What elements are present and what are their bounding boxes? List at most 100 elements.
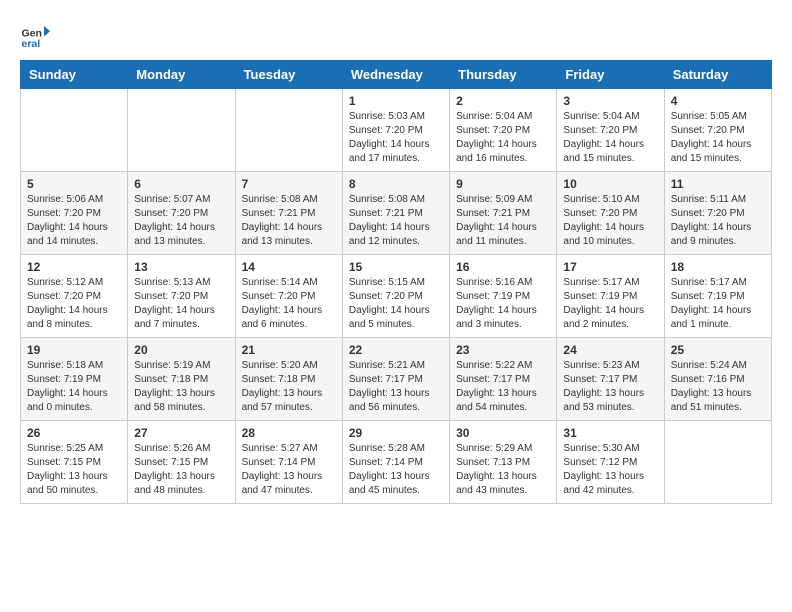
day-number: 19 xyxy=(27,343,121,357)
header-monday: Monday xyxy=(128,61,235,89)
day-number: 12 xyxy=(27,260,121,274)
calendar-cell: 9 Sunrise: 5:09 AMSunset: 7:21 PMDaylight… xyxy=(450,172,557,255)
header-thursday: Thursday xyxy=(450,61,557,89)
day-info: Sunrise: 5:16 AMSunset: 7:19 PMDaylight:… xyxy=(456,276,550,332)
day-number: 2 xyxy=(456,94,550,108)
calendar-cell: 23Sunrise: 5:22 AMSunset: 7:17 PMDayligh… xyxy=(450,338,557,421)
day-number: 13 xyxy=(134,260,228,274)
logo-icon: Gen eral xyxy=(20,20,50,50)
day-info: Sunrise: 5:26 AMSunset: 7:15 PMDaylight:… xyxy=(134,442,228,498)
day-info: Sunrise: 5:15 AMSunset: 7:20 PMDaylight:… xyxy=(349,276,443,332)
day-info: Sunrise: 5:19 AMSunset: 7:18 PMDaylight:… xyxy=(134,359,228,415)
day-info: Sunrise: 5:17 AMSunset: 7:19 PMDaylight:… xyxy=(671,276,765,332)
week-row-2: 5Sunrise: 5:06 AMSunset: 7:20 PMDaylight… xyxy=(21,172,772,255)
day-info: Sunrise: 5:08 AMSunset: 7:21 PMDaylight:… xyxy=(242,193,336,249)
day-number: 6 xyxy=(134,177,228,191)
day-info: Sunrise: 5:17 AMSunset: 7:19 PMDaylight:… xyxy=(563,276,657,332)
calendar-cell: 4Sunrise: 5:05 AMSunset: 7:20 PMDaylight… xyxy=(664,89,771,172)
calendar-cell: 10Sunrise: 5:10 AMSunset: 7:20 PMDayligh… xyxy=(557,172,664,255)
day-info: Sunrise: 5:18 AMSunset: 7:19 PMDaylight:… xyxy=(27,359,121,415)
day-number: 5 xyxy=(27,177,121,191)
calendar-cell: 20 Sunrise: 5:19 AMSunset: 7:18 PMDayligh… xyxy=(128,338,235,421)
day-info: Sunrise: 5:20 AMSunset: 7:18 PMDaylight:… xyxy=(242,359,336,415)
week-row-4: 19 Sunrise: 5:18 AMSunset: 7:19 PMDayligh… xyxy=(21,338,772,421)
day-info: Sunrise: 5:11 AMSunset: 7:20 PMDaylight:… xyxy=(671,193,765,249)
calendar-header-row: SundayMondayTuesdayWednesdayThursdayFrid… xyxy=(21,61,772,89)
day-number: 11 xyxy=(671,177,765,191)
day-number: 9 xyxy=(456,177,550,191)
calendar-cell: 11 Sunrise: 5:11 AMSunset: 7:20 PMDayligh… xyxy=(664,172,771,255)
calendar-cell: 16 Sunrise: 5:16 AMSunset: 7:19 PMDayligh… xyxy=(450,255,557,338)
day-info: Sunrise: 5:21 AMSunset: 7:17 PMDaylight:… xyxy=(349,359,443,415)
day-info: Sunrise: 5:03 AMSunset: 7:20 PMDaylight:… xyxy=(349,110,443,166)
day-number: 17 xyxy=(563,260,657,274)
week-row-5: 26 Sunrise: 5:25 AMSunset: 7:15 PMDayligh… xyxy=(21,421,772,504)
calendar-cell: 21 Sunrise: 5:20 AMSunset: 7:18 PMDayligh… xyxy=(235,338,342,421)
day-number: 15 xyxy=(349,260,443,274)
header-friday: Friday xyxy=(557,61,664,89)
day-number: 20 xyxy=(134,343,228,357)
calendar-cell: 14Sunrise: 5:14 AMSunset: 7:20 PMDayligh… xyxy=(235,255,342,338)
day-number: 3 xyxy=(563,94,657,108)
calendar-cell: 17 Sunrise: 5:17 AMSunset: 7:19 PMDayligh… xyxy=(557,255,664,338)
day-info: Sunrise: 5:25 AMSunset: 7:15 PMDaylight:… xyxy=(27,442,121,498)
calendar-cell: 25Sunrise: 5:24 AMSunset: 7:16 PMDayligh… xyxy=(664,338,771,421)
day-number: 8 xyxy=(349,177,443,191)
day-info: Sunrise: 5:13 AMSunset: 7:20 PMDaylight:… xyxy=(134,276,228,332)
calendar-cell: 8 Sunrise: 5:08 AMSunset: 7:21 PMDaylight… xyxy=(342,172,449,255)
day-number: 14 xyxy=(242,260,336,274)
calendar-table: SundayMondayTuesdayWednesdayThursdayFrid… xyxy=(20,60,772,504)
calendar-cell: 2 Sunrise: 5:04 AMSunset: 7:20 PMDaylight… xyxy=(450,89,557,172)
header-wednesday: Wednesday xyxy=(342,61,449,89)
calendar-cell: 7 Sunrise: 5:08 AMSunset: 7:21 PMDaylight… xyxy=(235,172,342,255)
day-number: 7 xyxy=(242,177,336,191)
day-number: 18 xyxy=(671,260,765,274)
calendar-cell xyxy=(128,89,235,172)
day-info: Sunrise: 5:24 AMSunset: 7:16 PMDaylight:… xyxy=(671,359,765,415)
calendar-cell xyxy=(664,421,771,504)
day-number: 16 xyxy=(456,260,550,274)
day-info: Sunrise: 5:09 AMSunset: 7:21 PMDaylight:… xyxy=(456,193,550,249)
calendar-cell xyxy=(21,89,128,172)
calendar-cell: 6 Sunrise: 5:07 AMSunset: 7:20 PMDaylight… xyxy=(128,172,235,255)
day-number: 22 xyxy=(349,343,443,357)
week-row-3: 12 Sunrise: 5:12 AMSunset: 7:20 PMDayligh… xyxy=(21,255,772,338)
calendar-cell: 19 Sunrise: 5:18 AMSunset: 7:19 PMDayligh… xyxy=(21,338,128,421)
day-info: Sunrise: 5:07 AMSunset: 7:20 PMDaylight:… xyxy=(134,193,228,249)
calendar-cell: 30 Sunrise: 5:29 AMSunset: 7:13 PMDayligh… xyxy=(450,421,557,504)
day-info: Sunrise: 5:30 AMSunset: 7:12 PMDaylight:… xyxy=(563,442,657,498)
day-number: 26 xyxy=(27,426,121,440)
day-number: 21 xyxy=(242,343,336,357)
calendar-cell: 13 Sunrise: 5:13 AMSunset: 7:20 PMDayligh… xyxy=(128,255,235,338)
day-info: Sunrise: 5:08 AMSunset: 7:21 PMDaylight:… xyxy=(349,193,443,249)
day-number: 4 xyxy=(671,94,765,108)
day-info: Sunrise: 5:29 AMSunset: 7:13 PMDaylight:… xyxy=(456,442,550,498)
calendar-cell: 18 Sunrise: 5:17 AMSunset: 7:19 PMDayligh… xyxy=(664,255,771,338)
day-number: 1 xyxy=(349,94,443,108)
calendar-cell xyxy=(235,89,342,172)
calendar-cell: 5Sunrise: 5:06 AMSunset: 7:20 PMDaylight… xyxy=(21,172,128,255)
day-number: 30 xyxy=(456,426,550,440)
calendar-cell: 12 Sunrise: 5:12 AMSunset: 7:20 PMDayligh… xyxy=(21,255,128,338)
day-info: Sunrise: 5:04 AMSunset: 7:20 PMDaylight:… xyxy=(456,110,550,166)
day-number: 24 xyxy=(563,343,657,357)
day-info: Sunrise: 5:04 AMSunset: 7:20 PMDaylight:… xyxy=(563,110,657,166)
calendar-cell: 26 Sunrise: 5:25 AMSunset: 7:15 PMDayligh… xyxy=(21,421,128,504)
day-number: 28 xyxy=(242,426,336,440)
day-info: Sunrise: 5:23 AMSunset: 7:17 PMDaylight:… xyxy=(563,359,657,415)
calendar-cell: 24 Sunrise: 5:23 AMSunset: 7:17 PMDayligh… xyxy=(557,338,664,421)
day-info: Sunrise: 5:10 AMSunset: 7:20 PMDaylight:… xyxy=(563,193,657,249)
calendar-cell: 3 Sunrise: 5:04 AMSunset: 7:20 PMDaylight… xyxy=(557,89,664,172)
calendar-cell: 1 Sunrise: 5:03 AMSunset: 7:20 PMDaylight… xyxy=(342,89,449,172)
day-number: 23 xyxy=(456,343,550,357)
day-info: Sunrise: 5:28 AMSunset: 7:14 PMDaylight:… xyxy=(349,442,443,498)
header-sunday: Sunday xyxy=(21,61,128,89)
calendar-cell: 28 Sunrise: 5:27 AMSunset: 7:14 PMDayligh… xyxy=(235,421,342,504)
header-saturday: Saturday xyxy=(664,61,771,89)
logo: Gen eral xyxy=(20,20,54,50)
day-info: Sunrise: 5:27 AMSunset: 7:14 PMDaylight:… xyxy=(242,442,336,498)
calendar-cell: 22 Sunrise: 5:21 AMSunset: 7:17 PMDayligh… xyxy=(342,338,449,421)
week-row-1: 1 Sunrise: 5:03 AMSunset: 7:20 PMDaylight… xyxy=(21,89,772,172)
header-tuesday: Tuesday xyxy=(235,61,342,89)
day-info: Sunrise: 5:12 AMSunset: 7:20 PMDaylight:… xyxy=(27,276,121,332)
